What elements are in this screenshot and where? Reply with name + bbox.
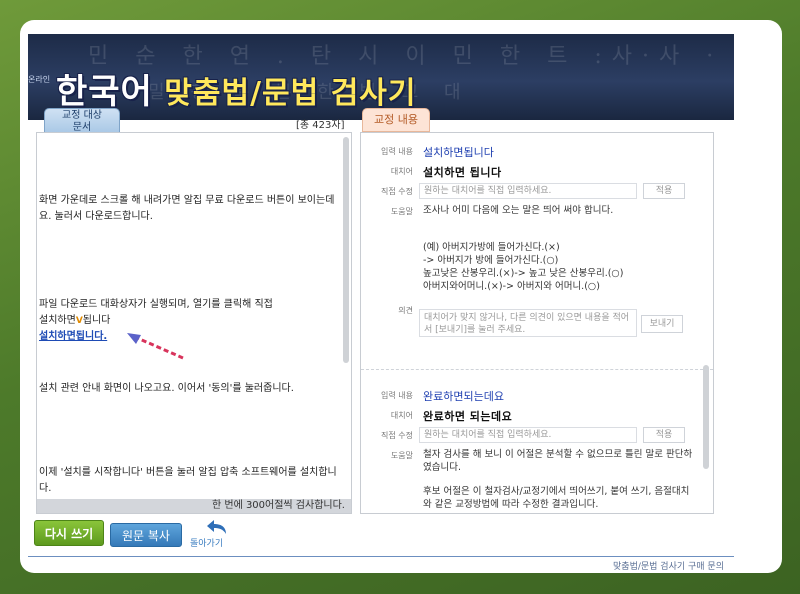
help-example-3: 높고낮은 산봉우리.(×)-> 높고 낮은 산봉우리.(○) (423, 268, 624, 279)
paragraph-2-line-1: 파일 다운로드 대화상자가 실행되며, 열기를 클릭해 직접 (39, 299, 273, 310)
label-opinion: 의견 (398, 306, 413, 315)
replacement-word[interactable]: 설치하면 됩니다 (423, 164, 502, 180)
direct-edit-input[interactable]: 원하는 대치어를 직접 입력하세요. (419, 427, 637, 443)
tab-source-document[interactable]: 교정 대상 문서 (44, 108, 120, 134)
back-label: 돌아가기 (190, 539, 224, 549)
word-before-mark: 설치하면 (39, 315, 76, 326)
correction-mark: V (75, 316, 83, 326)
error-word-link[interactable]: 설치하면됩니다. (39, 331, 107, 342)
help-example-2: -> 아버지가 방에 들어가신다.(○) (423, 255, 559, 266)
replacement-word[interactable]: 완료하면 되는데요 (423, 408, 512, 424)
copy-original-button[interactable]: 원문 복사 (110, 523, 182, 547)
label-help: 도움말 (390, 207, 413, 216)
correction-panel: 입력 내용 설치하면됩니다 대치어 설치하면 됩니다 직접 수정 원하는 대치어… (360, 132, 714, 514)
paragraph-2-line-2: 설치하면V됩니다 (39, 313, 345, 329)
help-example-1: (예) 아버지가방에 들어가신다.(×) (423, 242, 560, 253)
banner-prefix: 온라인 (28, 75, 51, 84)
opinion-textarea[interactable]: 대치어가 맞지 않거나, 다른 의견이 있으면 내용을 적어서 [보내기]를 눌… (419, 309, 637, 337)
char-count: [총 423자] (296, 120, 345, 131)
pointer-arrow-icon (127, 333, 184, 360)
direct-edit-input[interactable]: 원하는 대치어를 직접 입력하세요. (419, 183, 637, 199)
word-limit-note: 한 번에 300어절씩 검사합니다. (37, 499, 351, 513)
tab-correction-content[interactable]: 교정 내용 (362, 108, 430, 132)
help-example-4: 아버지와어머니.(×)-> 아버지와 어머니.(○) (423, 281, 600, 292)
paragraph-1: 화면 가운데로 스크롤 해 내려가면 알집 무료 다운로드 버튼이 보이는데요.… (39, 195, 335, 222)
input-text: 설치하면됩니다 (423, 146, 494, 159)
back-button[interactable]: 돌아가기 (188, 520, 240, 549)
correction-item: 입력 내용 완료하면되는데요 대치어 완료하면 되는데요 직접 수정 원하는 대… (361, 385, 701, 510)
title-main: 한국어 (56, 72, 153, 112)
input-text: 완료하면되는데요 (423, 390, 504, 403)
rewrite-button[interactable]: 다시 쓰기 (34, 520, 104, 546)
title-highlight: 맞춤법/문법 검사기 (164, 76, 417, 111)
help-text: 조사나 어미 다음에 오는 말은 띄어 써야 합니다. (423, 205, 614, 216)
back-arrow-icon (207, 520, 226, 534)
page-title: 한국어 맞춤법/문법 검사기 (56, 64, 417, 113)
paragraph-4: 이제 '설치를 시작합니다' 버튼을 눌러 알집 압축 소프트웨어를 설치합니다… (39, 467, 337, 494)
purchase-inquiry-link[interactable]: 맞춤법/문법 검사기 구매 문의 (613, 559, 724, 572)
label-direct-edit: 직접 수정 (381, 431, 413, 440)
paragraph-3: 설치 관련 안내 화면이 나오고요. 이어서 '동의'를 눌러줍니다. (39, 383, 294, 394)
label-input: 입력 내용 (381, 147, 413, 156)
right-scrollbar[interactable] (703, 365, 709, 469)
label-input: 입력 내용 (381, 391, 413, 400)
paragraph-2: 파일 다운로드 대화상자가 실행되며, 열기를 클릭해 직접 설치하면V됩니다 … (39, 297, 345, 345)
label-direct-edit: 직접 수정 (381, 187, 413, 196)
app-card: 민 순 한 연 . 탄 시 이 민 한 트 :사·사 · 서울 무 니 이 文 … (20, 20, 782, 573)
item-divider (361, 369, 713, 370)
word-after-mark: 됩니다 (82, 315, 111, 326)
send-button[interactable]: 보내기 (641, 315, 683, 333)
correction-item: 입력 내용 설치하면됩니다 대치어 설치하면 됩니다 직접 수정 원하는 대치어… (361, 141, 701, 337)
help-text-2: 후보 어절은 이 철자검사/교정기에서 띄어쓰기, 붙여 쓰기, 음절대치와 같… (423, 486, 690, 510)
label-help: 도움말 (390, 451, 413, 460)
footer-strip: 맞춤법/문법 검사기 구매 문의 (28, 556, 734, 573)
label-replace: 대치어 (390, 167, 413, 176)
label-replace: 대치어 (390, 411, 413, 420)
apply-button[interactable]: 적용 (643, 427, 685, 443)
help-text: 철자 검사를 해 보니 이 어절은 분석할 수 없으므로 틀린 말로 판단하였습… (423, 449, 693, 473)
apply-button[interactable]: 적용 (643, 183, 685, 199)
source-document-panel: 화면 가운데로 스크롤 해 내려가면 알집 무료 다운로드 버튼이 보이는데요.… (36, 132, 352, 514)
